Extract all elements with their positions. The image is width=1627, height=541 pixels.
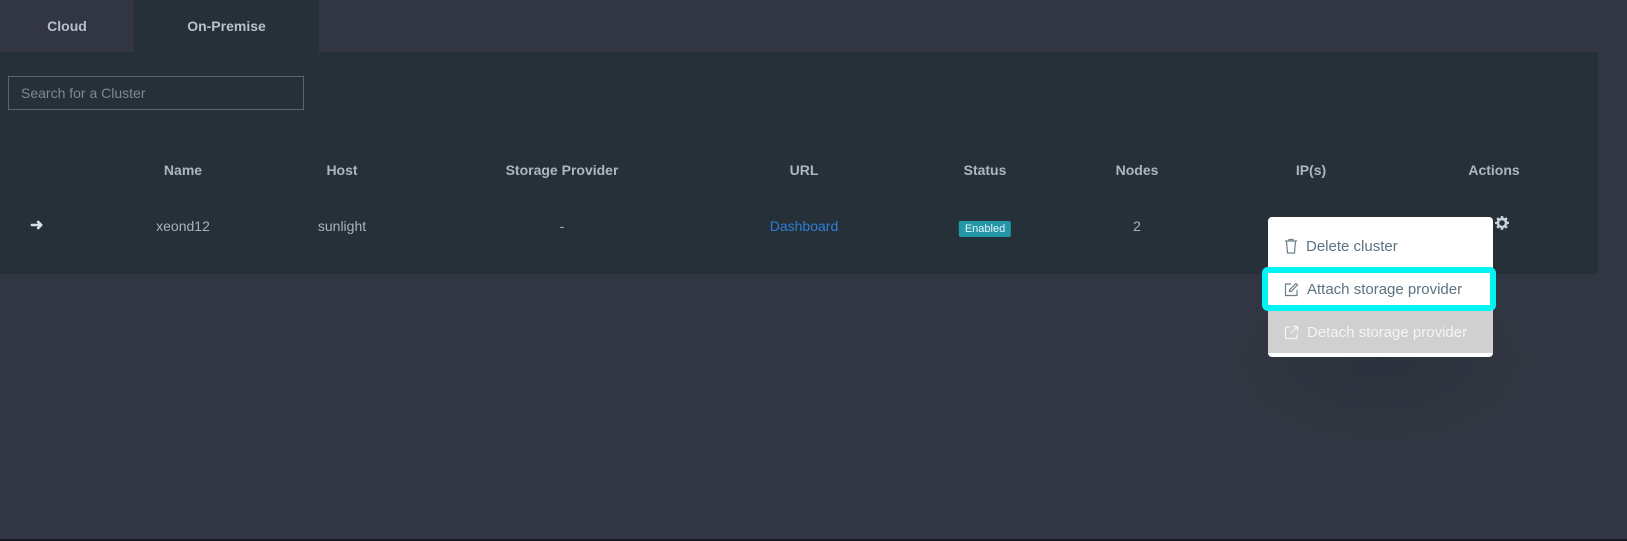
menu-item-label: Attach storage provider	[1307, 280, 1463, 298]
column-header-host: Host	[326, 162, 358, 178]
menu-item-attach-storage-provider[interactable]: Attach storage provider	[1262, 267, 1496, 311]
menu-item-delete-cluster[interactable]: Delete cluster	[1268, 225, 1493, 267]
column-header-storage-provider: Storage Provider	[505, 162, 619, 178]
menu-item-detach-storage-provider[interactable]: Detach storage provider	[1268, 311, 1493, 353]
cell-storage-provider: -	[559, 218, 565, 234]
edit-icon	[1284, 282, 1299, 296]
external-link-icon	[1284, 325, 1299, 339]
column-header-url: URL	[789, 162, 819, 178]
gear-icon[interactable]	[1494, 215, 1510, 236]
arrow-right-icon[interactable]: ➜	[30, 215, 43, 235]
status-badge: Enabled	[958, 221, 1012, 237]
actions-dropdown-menu: Delete cluster Attach storage provider D…	[1262, 217, 1496, 357]
column-header-actions: Actions	[1468, 162, 1520, 178]
column-header-name: Name	[163, 162, 203, 178]
menu-item-label: Detach storage provider	[1307, 323, 1468, 341]
cell-host: sunlight	[317, 218, 367, 234]
search-input[interactable]	[8, 76, 304, 110]
cluster-type-tabs: Cloud On-Premise	[0, 0, 319, 52]
menu-item-label: Delete cluster	[1306, 237, 1398, 255]
dashboard-link[interactable]: Dashboard	[770, 218, 839, 234]
cell-nodes: 2	[1133, 218, 1141, 234]
column-header-nodes: Nodes	[1115, 162, 1159, 178]
trash-icon	[1285, 238, 1297, 254]
column-header-ips: IP(s)	[1295, 162, 1327, 178]
cell-name: xeond12	[156, 218, 210, 234]
tab-on-premise[interactable]: On-Premise	[134, 0, 319, 52]
column-header-status: Status	[963, 162, 1007, 178]
tab-cloud[interactable]: Cloud	[0, 0, 134, 52]
